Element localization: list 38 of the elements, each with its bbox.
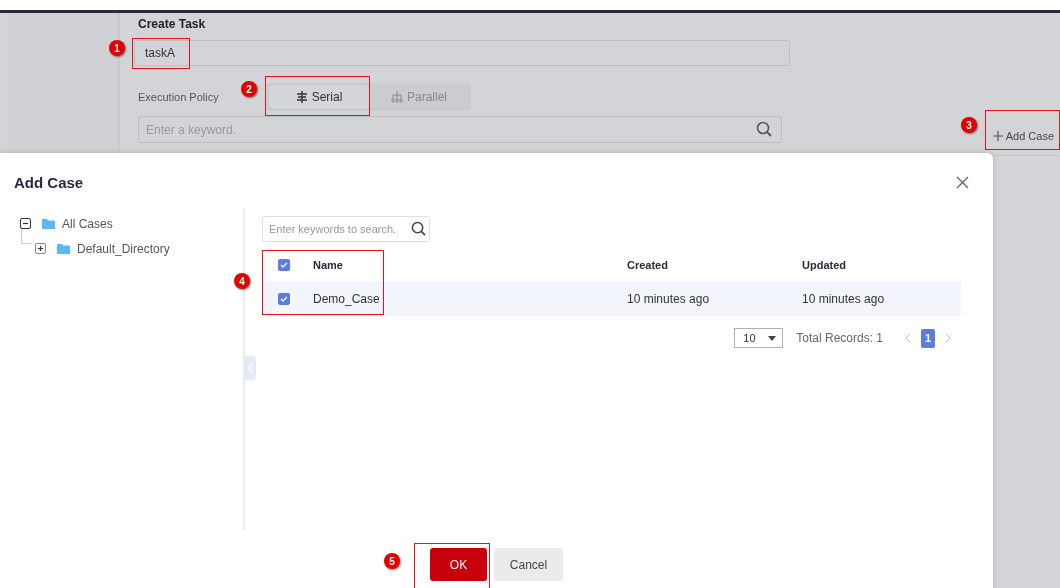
collapse-handle[interactable] xyxy=(245,356,256,380)
table-row[interactable]: Demo_Case 10 minutes ago 10 minutes ago xyxy=(262,281,961,316)
close-icon xyxy=(956,175,969,189)
cancel-button[interactable]: Cancel xyxy=(494,548,563,581)
form-title: Create Task xyxy=(137,17,207,33)
column-header: Updated xyxy=(802,258,846,271)
search-icon xyxy=(756,121,772,137)
ok-button[interactable]: OK xyxy=(430,548,487,581)
highlight-frame xyxy=(132,38,190,69)
folder-icon xyxy=(42,218,55,229)
checkbox[interactable] xyxy=(278,292,290,305)
search-field[interactable]: Enter keywords to search. xyxy=(262,216,430,242)
folder-icon xyxy=(57,243,70,254)
close-button[interactable] xyxy=(956,175,969,189)
plus-icon xyxy=(992,130,1003,141)
policy-option[interactable]: Serial xyxy=(269,85,369,109)
field-label: Execution Policy xyxy=(138,91,220,103)
add-case-button[interactable]: Add Case xyxy=(992,129,1058,142)
column-header: Created xyxy=(627,258,668,271)
table-cell: 10 minutes ago xyxy=(802,291,885,306)
hierarchy-icon xyxy=(391,91,403,103)
table-cell: Demo_Case xyxy=(313,291,380,306)
tree-item[interactable]: Default_Directory xyxy=(77,241,170,256)
caret-icon xyxy=(768,335,777,341)
total-records: Total Records: 1 xyxy=(796,331,883,345)
search-field[interactable]: Enter a keyword. xyxy=(138,116,782,143)
serial-icon xyxy=(295,91,308,103)
search-icon xyxy=(411,221,426,236)
expand-icon[interactable] xyxy=(35,243,46,254)
page-button[interactable]: 1 xyxy=(921,328,935,348)
collapse-icon[interactable] xyxy=(20,218,31,229)
page-size-select[interactable]: 10 xyxy=(734,328,784,348)
table-cell: 10 minutes ago xyxy=(627,291,710,306)
tree-item[interactable]: All Cases xyxy=(62,216,113,231)
task-name-field[interactable]: taskA xyxy=(134,40,790,66)
dialog-title: Add Case xyxy=(14,173,84,191)
checkbox[interactable] xyxy=(278,258,290,271)
column-header: Name xyxy=(313,258,343,271)
